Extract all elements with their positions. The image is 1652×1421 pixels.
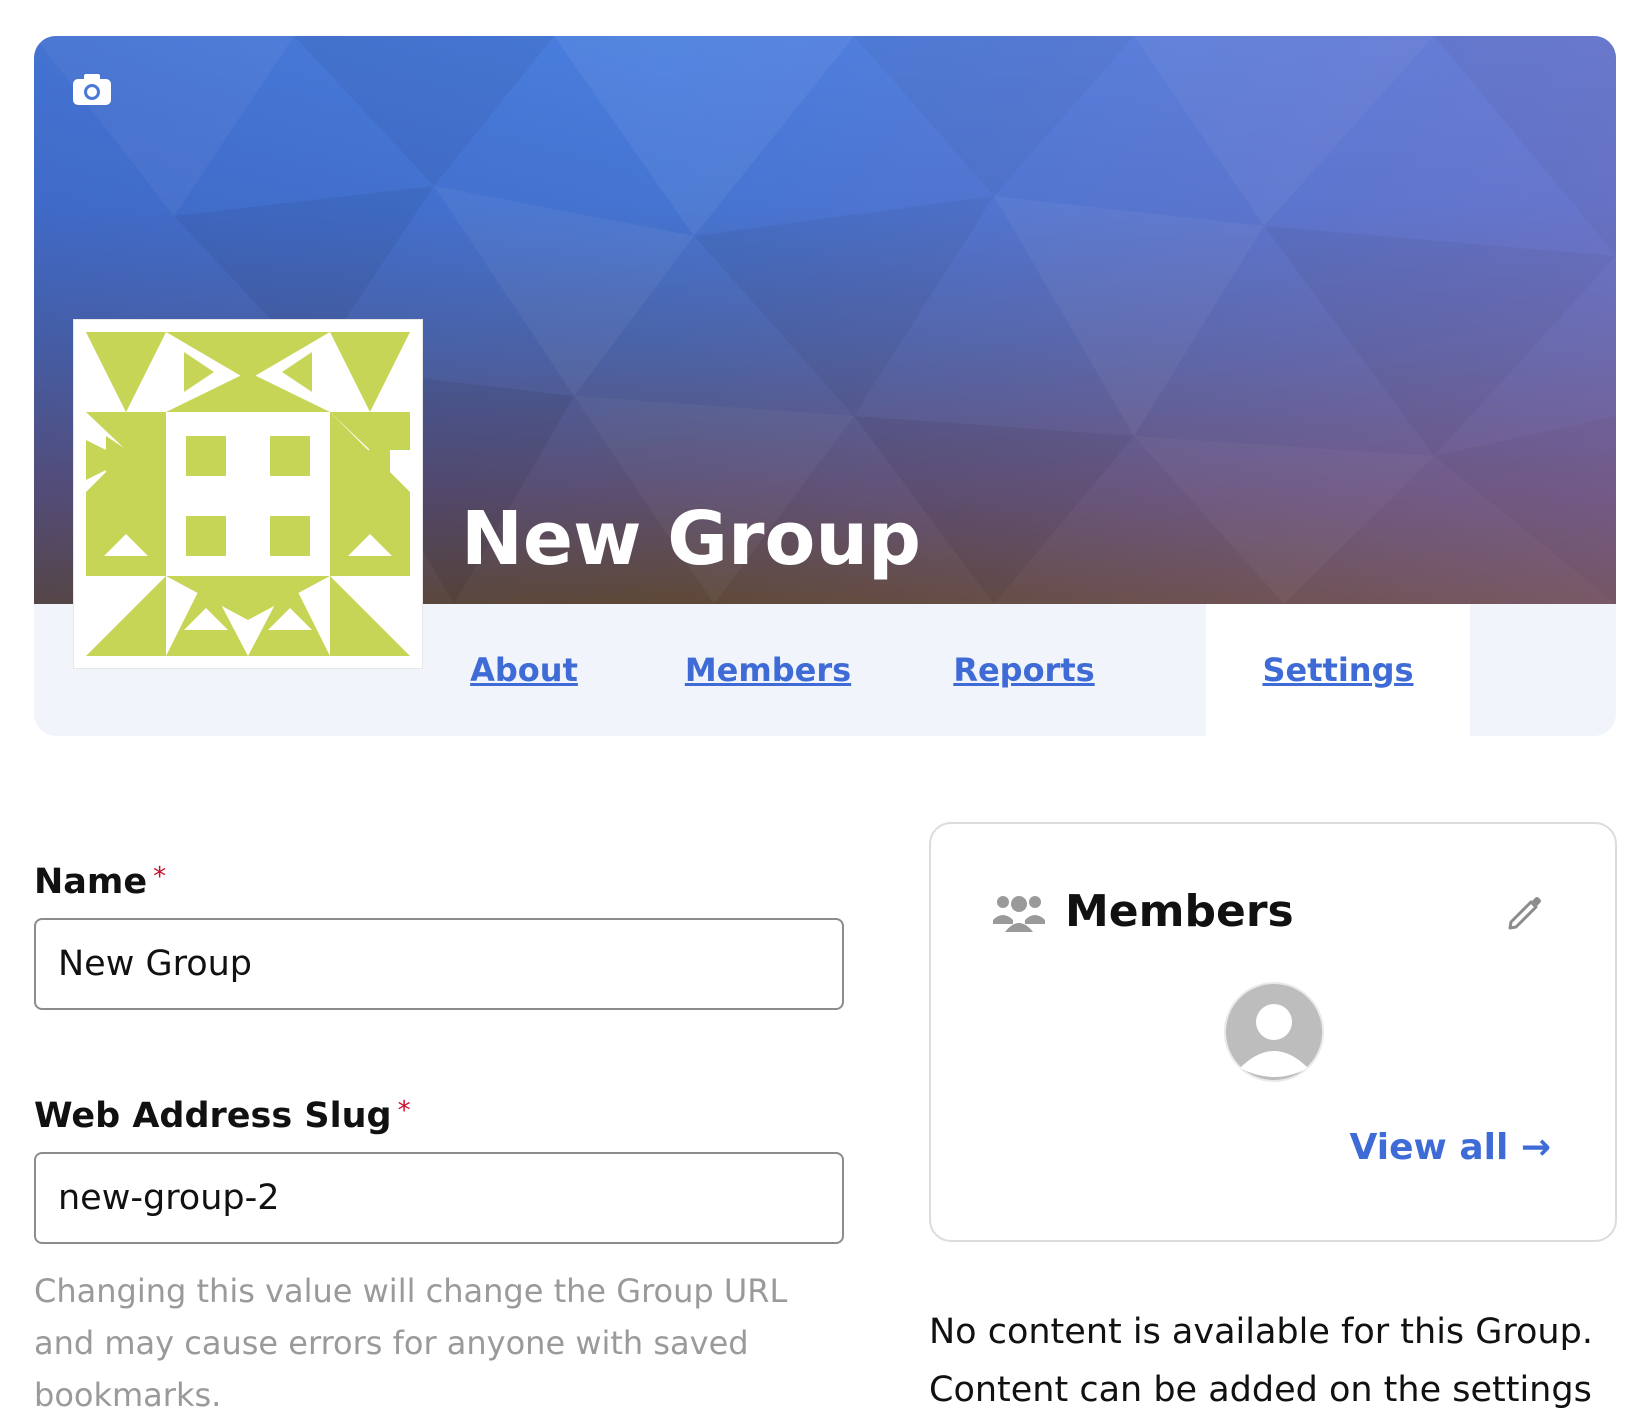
group-title: New Group — [461, 496, 921, 582]
required-marker: * — [397, 1096, 411, 1126]
tab-members[interactable]: Members — [658, 604, 878, 736]
identicon-image — [86, 332, 410, 656]
name-field[interactable] — [34, 918, 844, 1010]
slug-help-text: Changing this value will change the Grou… — [34, 1272, 788, 1414]
tab-reports[interactable]: Reports — [934, 604, 1114, 736]
pencil-icon[interactable] — [1505, 892, 1545, 937]
members-card: Members View all → — [929, 822, 1617, 1242]
users-icon — [991, 890, 1047, 939]
slug-label: Web Address Slug * — [34, 1096, 411, 1136]
camera-icon[interactable] — [72, 72, 112, 108]
group-avatar[interactable] — [74, 320, 422, 668]
slug-field[interactable] — [34, 1152, 844, 1244]
group-header: New Group About Members Reports Settings — [34, 36, 1616, 736]
tab-settings[interactable]: Settings — [1206, 604, 1470, 736]
empty-content-message: No content is available for this Group. … — [929, 1312, 1593, 1410]
name-label: Name * — [34, 862, 167, 902]
user-avatar-icon[interactable] — [1224, 982, 1324, 1087]
view-all-members-link[interactable]: View all → — [1350, 1127, 1551, 1168]
required-marker: * — [153, 862, 167, 892]
tab-about[interactable]: About — [454, 604, 594, 736]
members-card-title: Members — [1065, 886, 1294, 937]
